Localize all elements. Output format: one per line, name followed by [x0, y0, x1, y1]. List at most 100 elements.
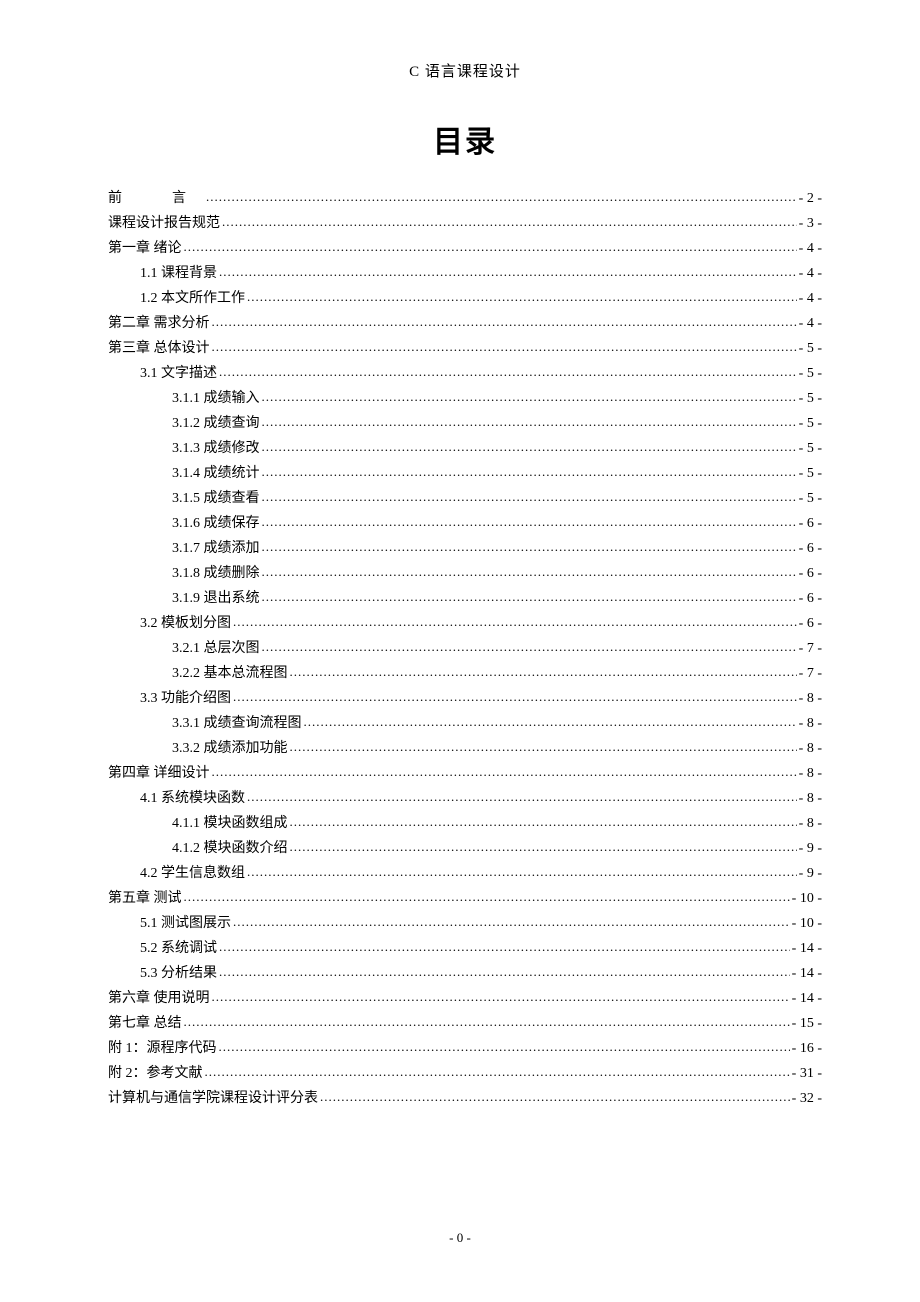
toc-entry-label: 3.2.1 总层次图 — [172, 637, 260, 662]
toc-entry-label: 3.1.9 退出系统 — [172, 587, 260, 612]
toc-entry[interactable]: 4.1.1 模块函数组成- 8 - — [108, 812, 822, 837]
toc-entry[interactable]: 3.3.2 成绩添加功能 - 8 - — [108, 737, 822, 762]
toc-entry-label: 1.1 课程背景 — [140, 262, 217, 287]
toc-entry-page: - 5 - — [799, 412, 822, 437]
toc-entry[interactable]: 第七章 总结- 15 - — [108, 1012, 822, 1037]
toc-entry[interactable]: 3.1.2 成绩查询 - 5 - — [108, 412, 822, 437]
toc-entry-page: - 5 - — [799, 337, 822, 362]
toc-entry[interactable]: 3.1.7 成绩添加- 6 - — [108, 537, 822, 562]
toc-leader — [290, 662, 797, 684]
toc-entry-page: - 6 - — [799, 562, 822, 587]
toc-entry[interactable]: 第二章 需求分析- 4 - — [108, 312, 822, 337]
toc-leader — [219, 1037, 790, 1059]
toc-leader — [219, 962, 790, 984]
toc-entry-label: 附 1：源程序代码 — [108, 1037, 217, 1062]
toc-entry[interactable]: 5.1 测试图展示- 10 - — [108, 912, 822, 937]
toc-entry[interactable]: 1.2 本文所作工作- 4 - — [108, 287, 822, 312]
toc-leader — [219, 362, 797, 384]
toc-entry-label: 5.3 分析结果 — [140, 962, 217, 987]
toc-entry[interactable]: 前 言- 2 - — [108, 187, 822, 212]
toc-entry[interactable]: 1.1 课程背景- 4 - — [108, 262, 822, 287]
toc-entry-label: 3.1.6 成绩保存 — [172, 512, 260, 537]
toc-entry-label: 第五章 测试 — [108, 887, 182, 912]
toc-entry-label: 3.3.2 成绩添加功能 — [172, 737, 288, 762]
toc-entry-label: 3.1 文字描述 — [140, 362, 217, 387]
toc-entry[interactable]: 3.3 功能介绍图- 8 - — [108, 687, 822, 712]
toc-entry-page: - 31 - — [792, 1062, 822, 1087]
toc-entry[interactable]: 3.2 模板划分图- 6 - — [108, 612, 822, 637]
toc-leader — [262, 462, 797, 484]
toc-entry-page: - 5 - — [799, 362, 822, 387]
toc-entry[interactable]: 附 2：参考文献 - 31 - — [108, 1062, 822, 1087]
toc-entry[interactable]: 附 1：源程序代码- 16 - — [108, 1037, 822, 1062]
toc-leader — [205, 1062, 790, 1084]
toc-leader — [262, 387, 797, 409]
toc-entry-label: 4.1 系统模块函数 — [140, 787, 245, 812]
toc-entry-page: - 8 - — [799, 812, 822, 837]
toc-entry[interactable]: 第三章 总体设计- 5 - — [108, 337, 822, 362]
toc-entry-page: - 10 - — [792, 887, 822, 912]
toc-entry[interactable]: 第四章 详细设计- 8 - — [108, 762, 822, 787]
toc-leader — [304, 712, 797, 734]
toc-entry[interactable]: 3.1.5 成绩查看- 5 - — [108, 487, 822, 512]
toc-leader — [184, 887, 790, 909]
toc-leader — [233, 687, 797, 709]
toc-leader — [262, 437, 797, 459]
toc-title: 目录 — [108, 117, 822, 161]
toc-entry-page: - 6 - — [799, 537, 822, 562]
toc-leader — [219, 262, 797, 284]
toc-entry-page: - 6 - — [799, 512, 822, 537]
toc-entry-label: 前 言 — [108, 187, 204, 212]
toc-entry-page: - 5 - — [799, 462, 822, 487]
toc-entry[interactable]: 3.3.1 成绩查询流程图 - 8 - — [108, 712, 822, 737]
toc-entry[interactable]: 4.1 系统模块函数 - 8 - — [108, 787, 822, 812]
toc-leader — [290, 837, 797, 859]
toc-entry-label: 5.1 测试图展示 — [140, 912, 231, 937]
toc-leader — [233, 612, 797, 634]
toc-entry-label: 附 2：参考文献 — [108, 1062, 203, 1087]
toc-entry[interactable]: 4.2 学生信息数组 - 9 - — [108, 862, 822, 887]
toc-leader — [262, 562, 797, 584]
toc-entry-page: - 8 - — [799, 787, 822, 812]
toc-entry[interactable]: 计算机与通信学院课程设计评分表- 32 - — [108, 1087, 822, 1112]
toc-entry-label: 3.1.2 成绩查询 — [172, 412, 260, 437]
toc-entry-label: 第二章 需求分析 — [108, 312, 210, 337]
toc-entry-page: - 8 - — [799, 712, 822, 737]
page-header: C 语言课程设计 — [108, 60, 822, 81]
toc-entry[interactable]: 3.1 文字描述 - 5 - — [108, 362, 822, 387]
toc-entry[interactable]: 3.1.1 成绩输入- 5 - — [108, 387, 822, 412]
toc-entry-page: - 9 - — [799, 862, 822, 887]
toc-entry[interactable]: 3.1.8 成绩删除 - 6 - — [108, 562, 822, 587]
toc-entry[interactable]: 课程设计报告规范- 3 - — [108, 212, 822, 237]
toc-leader — [247, 287, 797, 309]
toc-entry-page: - 6 - — [799, 587, 822, 612]
toc-entry-page: - 5 - — [799, 387, 822, 412]
toc-container: 前 言- 2 -课程设计报告规范- 3 -第一章 绪论- 4 -1.1 课程背景… — [108, 187, 822, 1112]
toc-entry[interactable]: 3.1.3 成绩修改- 5 - — [108, 437, 822, 462]
toc-entry[interactable]: 4.1.2 模块函数介绍- 9 - — [108, 837, 822, 862]
toc-leader — [262, 512, 797, 534]
toc-entry[interactable]: 5.2 系统调试- 14 - — [108, 937, 822, 962]
toc-leader — [212, 987, 790, 1009]
toc-leader — [247, 862, 797, 884]
toc-entry-label: 第七章 总结 — [108, 1012, 182, 1037]
toc-entry[interactable]: 3.1.4 成绩统计- 5 - — [108, 462, 822, 487]
toc-entry-label: 5.2 系统调试 — [140, 937, 217, 962]
toc-entry[interactable]: 3.2.1 总层次图 - 7 - — [108, 637, 822, 662]
toc-entry-label: 3.1.8 成绩删除 — [172, 562, 260, 587]
toc-entry-page: - 8 - — [799, 737, 822, 762]
toc-entry[interactable]: 3.2.2 基本总流程图- 7 - — [108, 662, 822, 687]
toc-entry[interactable]: 第六章 使用说明- 14 - — [108, 987, 822, 1012]
toc-entry[interactable]: 3.1.6 成绩保存 - 6 - — [108, 512, 822, 537]
toc-leader — [212, 762, 797, 784]
toc-entry-page: - 7 - — [799, 637, 822, 662]
toc-entry[interactable]: 3.1.9 退出系统 - 6 - — [108, 587, 822, 612]
toc-entry-label: 4.1.2 模块函数介绍 — [172, 837, 288, 862]
toc-entry[interactable]: 第五章 测试 - 10 - — [108, 887, 822, 912]
toc-entry[interactable]: 5.3 分析结果- 14 - — [108, 962, 822, 987]
toc-entry-label: 3.3.1 成绩查询流程图 — [172, 712, 302, 737]
toc-leader — [184, 1012, 790, 1034]
toc-entry[interactable]: 第一章 绪论- 4 - — [108, 237, 822, 262]
toc-entry-label: 1.2 本文所作工作 — [140, 287, 245, 312]
toc-entry-label: 4.2 学生信息数组 — [140, 862, 245, 887]
